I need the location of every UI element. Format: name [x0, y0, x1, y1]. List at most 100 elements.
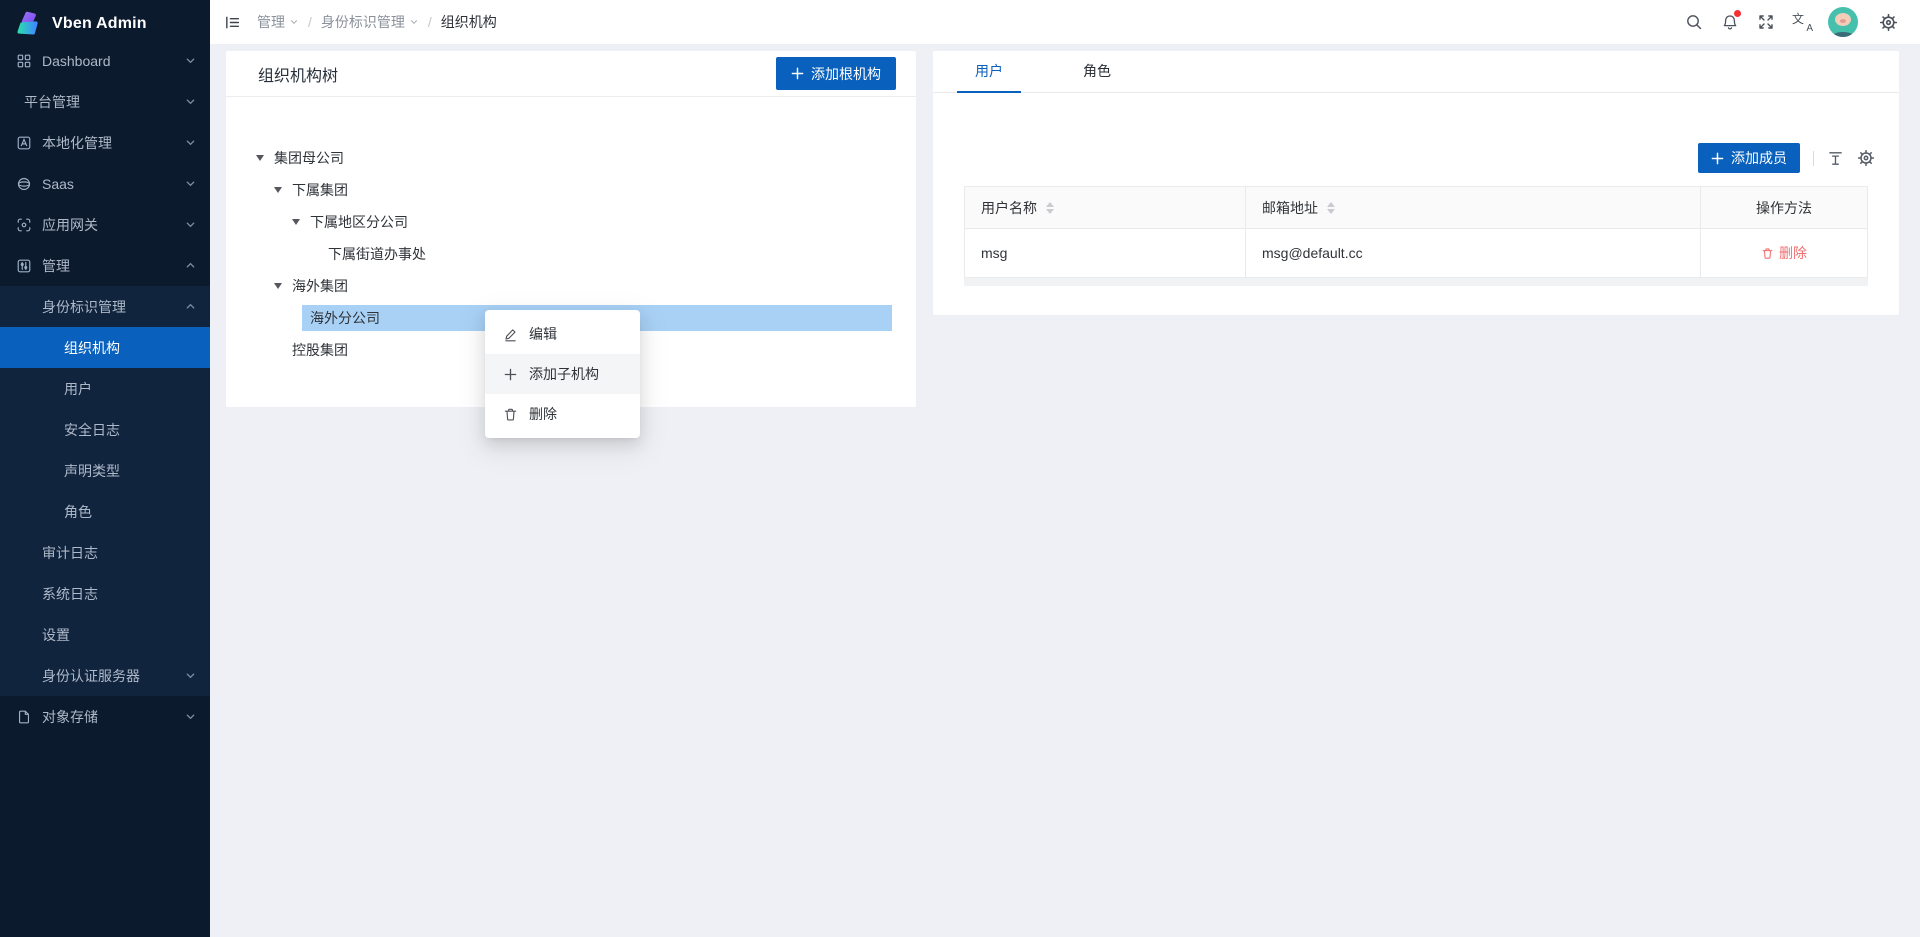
tree-node[interactable]: 海外集团	[226, 270, 892, 302]
cell-email: msg@default.cc	[1246, 229, 1701, 278]
bell-icon[interactable]	[1712, 0, 1748, 45]
tree-node[interactable]: 下属地区分公司	[226, 206, 892, 238]
table-toolbar: 添加成员	[933, 143, 1899, 173]
tree-node[interactable]: 下属集团	[226, 174, 892, 206]
tree-node-label[interactable]: 下属集团	[284, 177, 892, 203]
context-menu-item-add-child[interactable]: 添加子机构	[485, 354, 640, 394]
tree-context-menu: 编辑 添加子机构 删除	[485, 310, 640, 438]
chevron-down-icon	[185, 55, 196, 66]
avatar[interactable]	[1828, 7, 1858, 37]
sort-icon[interactable]	[1327, 202, 1335, 214]
sidebar-item-users[interactable]: 用户	[0, 368, 210, 409]
sidebar-item-label: 管理	[42, 256, 70, 276]
sidebar-item-dashboard[interactable]: Dashboard	[0, 40, 210, 81]
breadcrumb-separator: /	[308, 14, 312, 30]
sidebar-item-saas[interactable]: Saas	[0, 163, 210, 204]
sidebar-item-label: 平台管理	[24, 92, 80, 112]
breadcrumb-label: 身份标识管理	[321, 12, 405, 32]
add-member-button[interactable]: 添加成员	[1698, 143, 1800, 173]
context-menu-label: 删除	[529, 404, 557, 424]
tree-node[interactable]: 集团母公司	[226, 142, 892, 174]
chevron-down-icon	[185, 670, 196, 681]
sort-icon[interactable]	[1046, 202, 1054, 214]
column-header-actions: 操作方法	[1701, 187, 1868, 229]
trash-icon	[1761, 247, 1774, 260]
action-label: 删除	[1779, 243, 1807, 263]
vben-logo-icon	[14, 10, 42, 38]
tab-bar: 用户 角色	[933, 51, 1899, 93]
plus-icon	[1711, 152, 1724, 165]
delete-row-button[interactable]: 删除	[1761, 243, 1807, 263]
sidebar-item-label: 系统日志	[42, 584, 98, 604]
sidebar-item-localization[interactable]: 本地化管理	[0, 122, 210, 163]
sidebar-item-claim-types[interactable]: 声明类型	[0, 450, 210, 491]
cell-actions: 删除	[1701, 229, 1868, 278]
sidebar-item-label: 身份认证服务器	[42, 666, 140, 686]
tree-node-label[interactable]: 下属地区分公司	[302, 209, 892, 235]
tree-node-label[interactable]: 下属街道办事处	[320, 241, 892, 267]
context-menu-item-delete[interactable]: 删除	[485, 394, 640, 434]
localization-icon	[16, 135, 32, 151]
management-icon	[16, 258, 32, 274]
sidebar-item-roles[interactable]: 角色	[0, 491, 210, 532]
tree-node-label[interactable]: 海外集团	[284, 273, 892, 299]
chevron-down-icon	[185, 219, 196, 230]
sidebar-item-system-logs[interactable]: 系统日志	[0, 573, 210, 614]
button-label: 添加根机构	[811, 64, 881, 84]
sidebar-item-settings[interactable]: 设置	[0, 614, 210, 655]
table-row: msg msg@default.cc 删除	[965, 229, 1868, 278]
sidebar-item-label: 身份标识管理	[42, 297, 126, 317]
logo[interactable]: Vben Admin	[0, 0, 210, 40]
breadcrumb-item-organization: 组织机构	[441, 12, 497, 32]
sidebar-item-app-gateway[interactable]: 应用网关	[0, 204, 210, 245]
row-height-icon[interactable]	[1827, 150, 1844, 167]
sidebar-item-management[interactable]: 管理	[0, 245, 210, 286]
column-header-email[interactable]: 邮箱地址	[1246, 187, 1701, 229]
plus-icon	[503, 367, 518, 382]
sidebar-item-label: Dashboard	[42, 53, 111, 69]
fullscreen-icon[interactable]	[1748, 0, 1784, 45]
sidebar-item-audit-logs[interactable]: 审计日志	[0, 532, 210, 573]
add-root-org-button[interactable]: 添加根机构	[776, 57, 896, 90]
sidebar-item-organization[interactable]: 组织机构	[0, 327, 210, 368]
tab-roles[interactable]: 角色	[1065, 51, 1129, 92]
dashboard-icon	[16, 53, 32, 69]
sidebar-item-label: Saas	[42, 176, 74, 192]
column-label: 邮箱地址	[1262, 198, 1318, 218]
trash-icon	[503, 407, 518, 422]
sidebar-item-identity-server[interactable]: 身份认证服务器	[0, 655, 210, 696]
edit-icon	[503, 327, 518, 342]
app-title: Vben Admin	[52, 15, 147, 33]
sidebar-collapse-icon[interactable]	[224, 14, 241, 31]
chevron-up-icon	[185, 260, 196, 271]
column-header-username[interactable]: 用户名称	[965, 187, 1246, 229]
tab-users[interactable]: 用户	[957, 51, 1021, 92]
chevron-up-icon	[185, 301, 196, 312]
context-menu-item-edit[interactable]: 编辑	[485, 314, 640, 354]
sidebar-item-security-logs[interactable]: 安全日志	[0, 409, 210, 450]
saas-icon	[16, 176, 32, 192]
column-settings-gear-icon[interactable]	[1857, 149, 1875, 167]
breadcrumb-item-identity-management[interactable]: 身份标识管理	[321, 12, 419, 32]
members-table: 用户名称 邮箱地址 操作方法	[964, 186, 1868, 278]
breadcrumb-separator: /	[428, 14, 432, 30]
panel-title: 组织机构树	[258, 62, 338, 86]
chevron-down-icon	[409, 17, 419, 27]
settings-gear-icon[interactable]	[1870, 0, 1906, 45]
chevron-down-icon	[185, 711, 196, 722]
sidebar-item-label: 应用网关	[42, 215, 98, 235]
main-content: 组织机构树 添加根机构 集团母公司 下属集团 下属地区分公司 下属街道办事处	[210, 45, 1920, 937]
sidebar-item-label: 设置	[42, 625, 70, 645]
sidebar-item-label: 审计日志	[42, 543, 98, 563]
sidebar-item-identity-management[interactable]: 身份标识管理	[0, 286, 210, 327]
tree-node-label[interactable]: 集团母公司	[266, 145, 892, 171]
translate-icon[interactable]: 文 A	[1784, 0, 1820, 45]
sidebar-item-platform-management[interactable]: 平台管理	[0, 81, 210, 122]
tree-node[interactable]: 下属街道办事处	[226, 238, 892, 270]
sidebar-item-object-storage[interactable]: 对象存储	[0, 696, 210, 737]
context-menu-label: 添加子机构	[529, 364, 599, 384]
cell-username: msg	[965, 229, 1246, 278]
search-icon[interactable]	[1676, 0, 1712, 45]
toolbar-divider	[1813, 151, 1814, 166]
breadcrumb-item-management[interactable]: 管理	[257, 12, 299, 32]
